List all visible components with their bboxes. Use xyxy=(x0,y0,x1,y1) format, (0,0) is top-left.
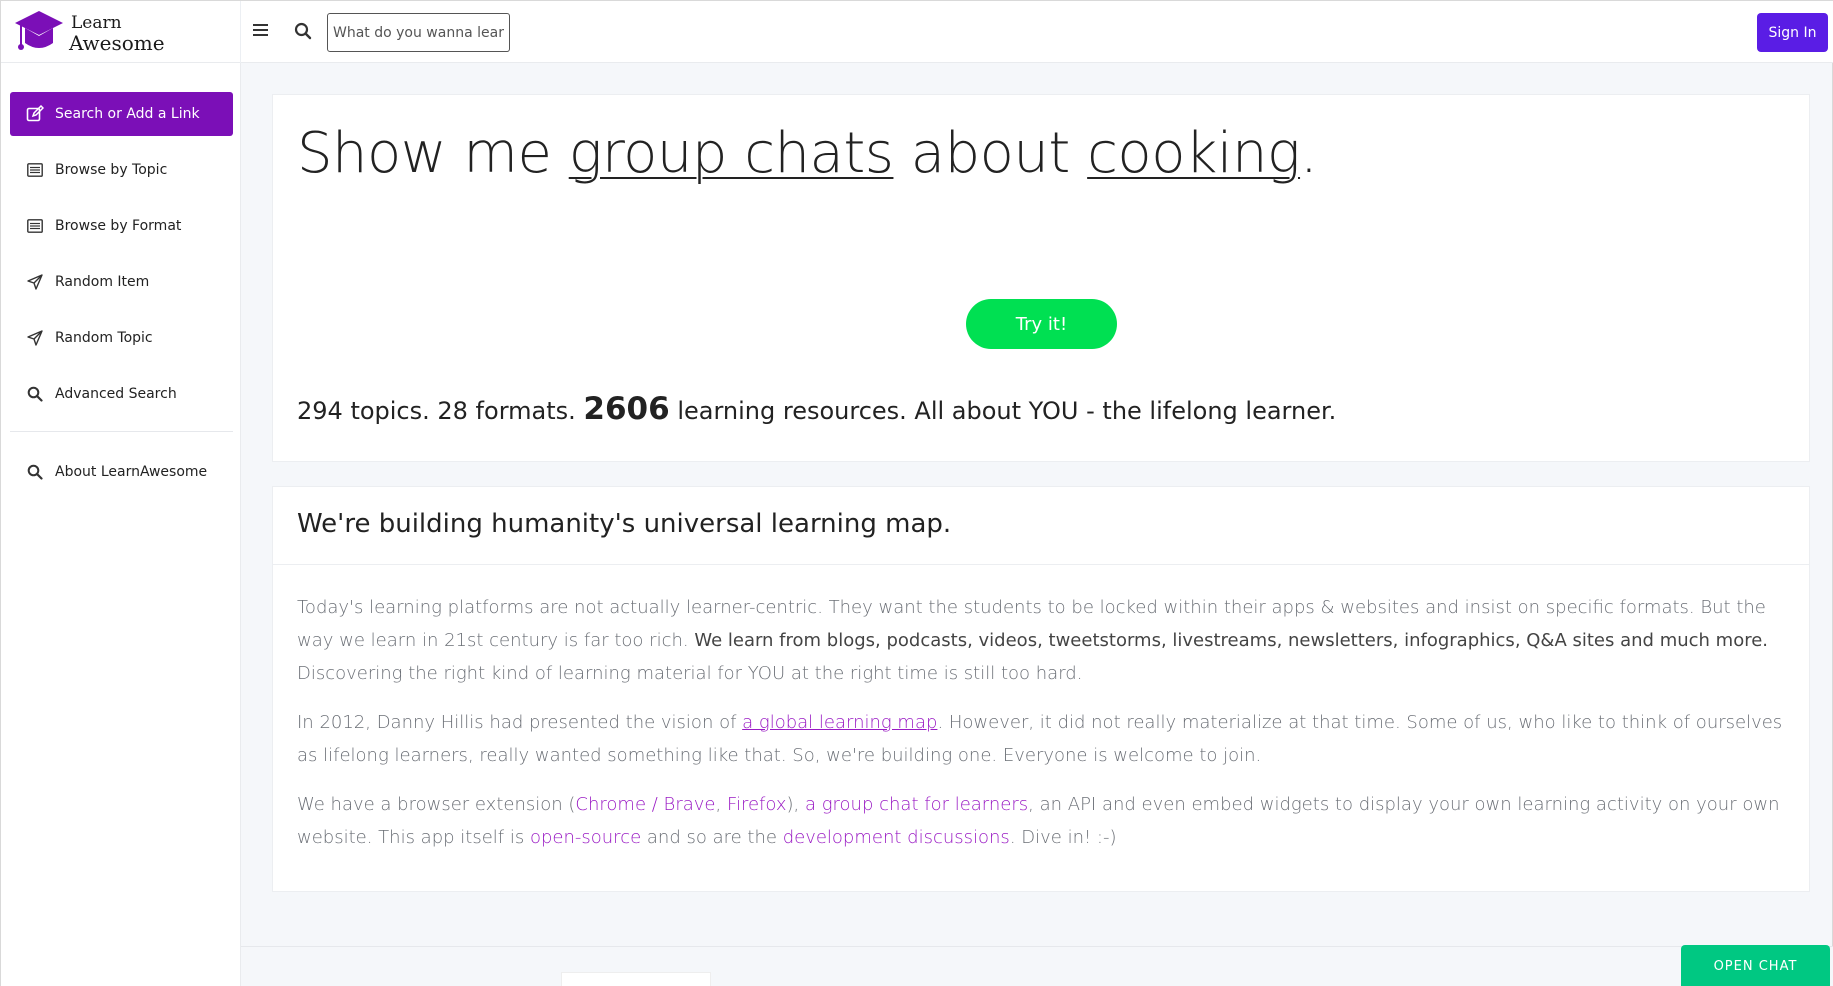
sidebar-item-label: Random Topic xyxy=(55,330,153,346)
send-icon xyxy=(26,273,44,291)
about-paragraph: In 2012, Danny Hillis had presented the … xyxy=(297,706,1787,772)
sidebar-item-search-or-add[interactable]: Search or Add a Link xyxy=(10,92,233,136)
development-discussions-link[interactable]: development discussions xyxy=(783,827,1010,848)
sidebar-item-about[interactable]: About LearnAwesome xyxy=(10,450,233,494)
global-learning-map-link[interactable]: a global learning map xyxy=(742,712,937,733)
hero-title: Show me group chats about cooking. xyxy=(297,121,1318,186)
chrome-brave-link[interactable]: Chrome / Brave xyxy=(575,794,715,815)
list-icon xyxy=(26,217,44,235)
resources-count: 2606 xyxy=(583,391,670,427)
format-selector[interactable]: group chats xyxy=(569,121,894,186)
topic-selector[interactable]: cooking xyxy=(1087,121,1300,186)
paragraph-text: ), xyxy=(786,794,805,815)
sidebar-item-label: About LearnAwesome xyxy=(55,464,208,480)
about-card-header: We're building humanity's universal lear… xyxy=(273,487,1809,565)
hamburger-menu-icon[interactable] xyxy=(251,21,271,41)
sidebar-item-label: Browse by Format xyxy=(55,218,182,234)
brand-line2: Awesome xyxy=(69,31,165,55)
sidebar-item-browse-format[interactable]: Browse by Format xyxy=(10,204,233,248)
sidebar-item-browse-topic[interactable]: Browse by Topic xyxy=(10,148,233,192)
hero-card: Show me group chats about cooking. Try i… xyxy=(272,94,1810,462)
paragraph-text: . Dive in! :-) xyxy=(1009,827,1117,848)
top-header: Learn Awesome Sign In xyxy=(1,1,1833,63)
paragraph-emphasis: We learn from blogs, podcasts, videos, t… xyxy=(694,630,1769,651)
paragraph-text: , xyxy=(715,794,727,815)
search-icon xyxy=(26,463,44,481)
sidebar-item-random-topic[interactable]: Random Topic xyxy=(10,316,233,360)
about-paragraph: Today's learning platforms are not actua… xyxy=(297,591,1787,690)
stats-text: 294 topics. 28 formats. xyxy=(297,397,584,425)
search-icon[interactable] xyxy=(294,22,312,40)
about-paragraph: We have a browser extension (Chrome / Br… xyxy=(297,788,1787,854)
site-stats: 294 topics. 28 formats. 2606 learning re… xyxy=(297,391,1336,427)
header-divider xyxy=(240,1,241,63)
footer-strip xyxy=(241,946,1833,986)
hero-title-text: Show me xyxy=(297,121,569,186)
footer-badge xyxy=(561,972,711,986)
brand-logo[interactable]: Learn Awesome xyxy=(13,9,213,57)
about-body: Today's learning platforms are not actua… xyxy=(297,591,1787,870)
sign-in-button[interactable]: Sign In xyxy=(1757,13,1828,52)
sidebar-item-label: Search or Add a Link xyxy=(55,106,200,122)
paragraph-text: We have a browser extension ( xyxy=(297,794,576,815)
hero-title-text: . xyxy=(1300,121,1318,186)
brand-name: Learn Awesome xyxy=(69,13,165,53)
graduation-cap-icon xyxy=(13,9,65,57)
sidebar-item-label: Browse by Topic xyxy=(55,162,168,178)
send-icon xyxy=(26,329,44,347)
paragraph-text: In 2012, Danny Hillis had presented the … xyxy=(297,712,743,733)
stats-text: learning resources. All about YOU - the … xyxy=(669,397,1337,425)
edit-icon xyxy=(26,105,44,123)
about-title: We're building humanity's universal lear… xyxy=(297,509,952,539)
sidebar-item-random-item[interactable]: Random Item xyxy=(10,260,233,304)
open-source-link[interactable]: open-source xyxy=(530,827,641,848)
sidebar-item-advanced-search[interactable]: Advanced Search xyxy=(10,372,233,416)
try-it-button[interactable]: Try it! xyxy=(966,299,1117,349)
search-icon xyxy=(26,385,44,403)
firefox-link[interactable]: Firefox xyxy=(727,794,787,815)
sidebar-item-label: Random Item xyxy=(55,274,150,290)
paragraph-text: Discovering the right kind of learning m… xyxy=(297,663,1083,684)
sidebar-divider xyxy=(10,431,233,432)
group-chat-link[interactable]: a group chat for learners xyxy=(805,794,1028,815)
list-icon xyxy=(26,161,44,179)
open-chat-button[interactable]: OPEN CHAT xyxy=(1681,945,1830,986)
paragraph-text: and so are the xyxy=(641,827,783,848)
sidebar-item-label: Advanced Search xyxy=(55,386,177,402)
hero-title-text: about xyxy=(893,121,1088,186)
brand-line1: Learn xyxy=(71,13,122,33)
search-input[interactable] xyxy=(327,13,510,52)
about-card: We're building humanity's universal lear… xyxy=(272,486,1810,892)
sidebar: Search or Add a Link Browse by Topic Bro… xyxy=(1,63,241,986)
